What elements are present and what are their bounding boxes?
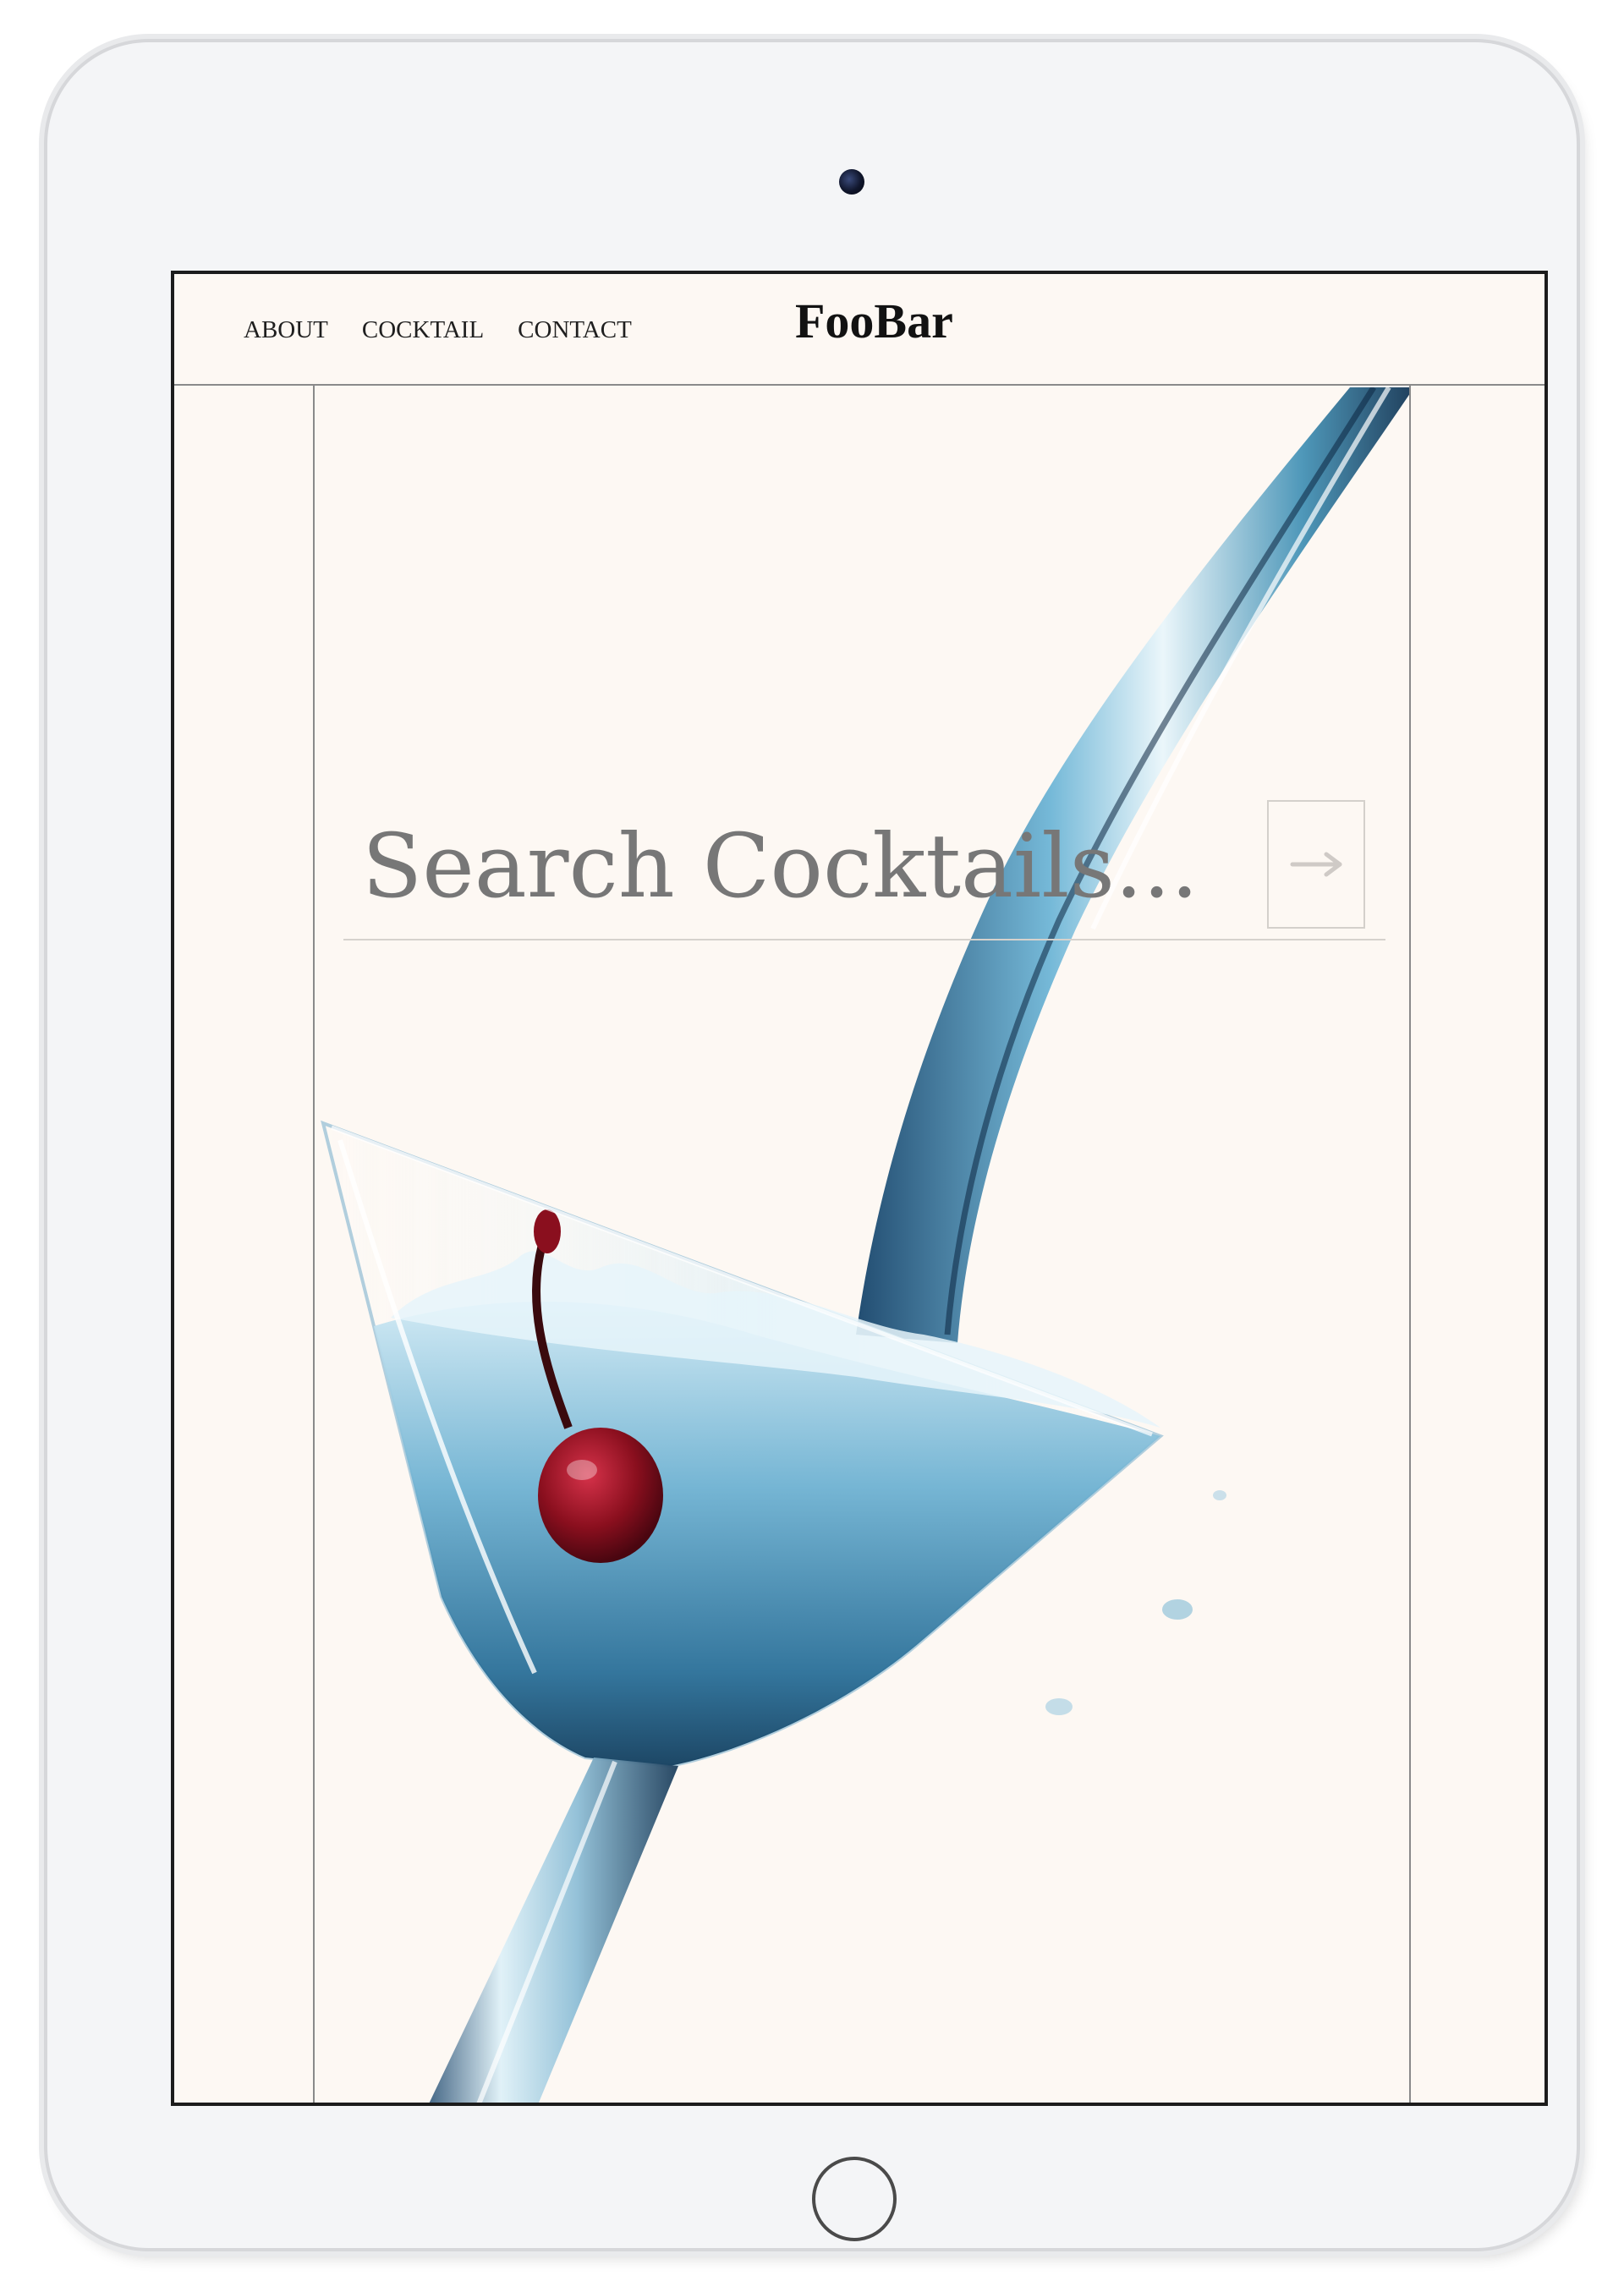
search-underline	[343, 939, 1385, 940]
app-screen: ABOUT COCKTAIL CONTACT FooBar	[171, 271, 1548, 2106]
right-column-divider	[1409, 386, 1411, 2103]
nav-cocktail-link[interactable]: COCKTAIL	[362, 316, 484, 344]
nav-contact-link[interactable]: CONTACT	[518, 316, 632, 344]
tablet-device: ABOUT COCKTAIL CONTACT FooBar	[47, 42, 1577, 2248]
top-nav-bar: ABOUT COCKTAIL CONTACT FooBar	[174, 274, 1544, 386]
search-submit-button[interactable]	[1267, 800, 1365, 929]
primary-nav: ABOUT COCKTAIL CONTACT	[244, 316, 632, 344]
home-button[interactable]	[812, 2157, 897, 2241]
search-input[interactable]	[343, 807, 1257, 925]
brand-logo[interactable]: FooBar	[795, 293, 953, 349]
cocktail-search-form	[343, 790, 1385, 940]
nav-about-link[interactable]: ABOUT	[244, 316, 328, 344]
martini-hero-image	[321, 387, 1409, 2103]
arrow-right-icon	[1290, 852, 1342, 877]
camera-icon	[839, 169, 864, 195]
